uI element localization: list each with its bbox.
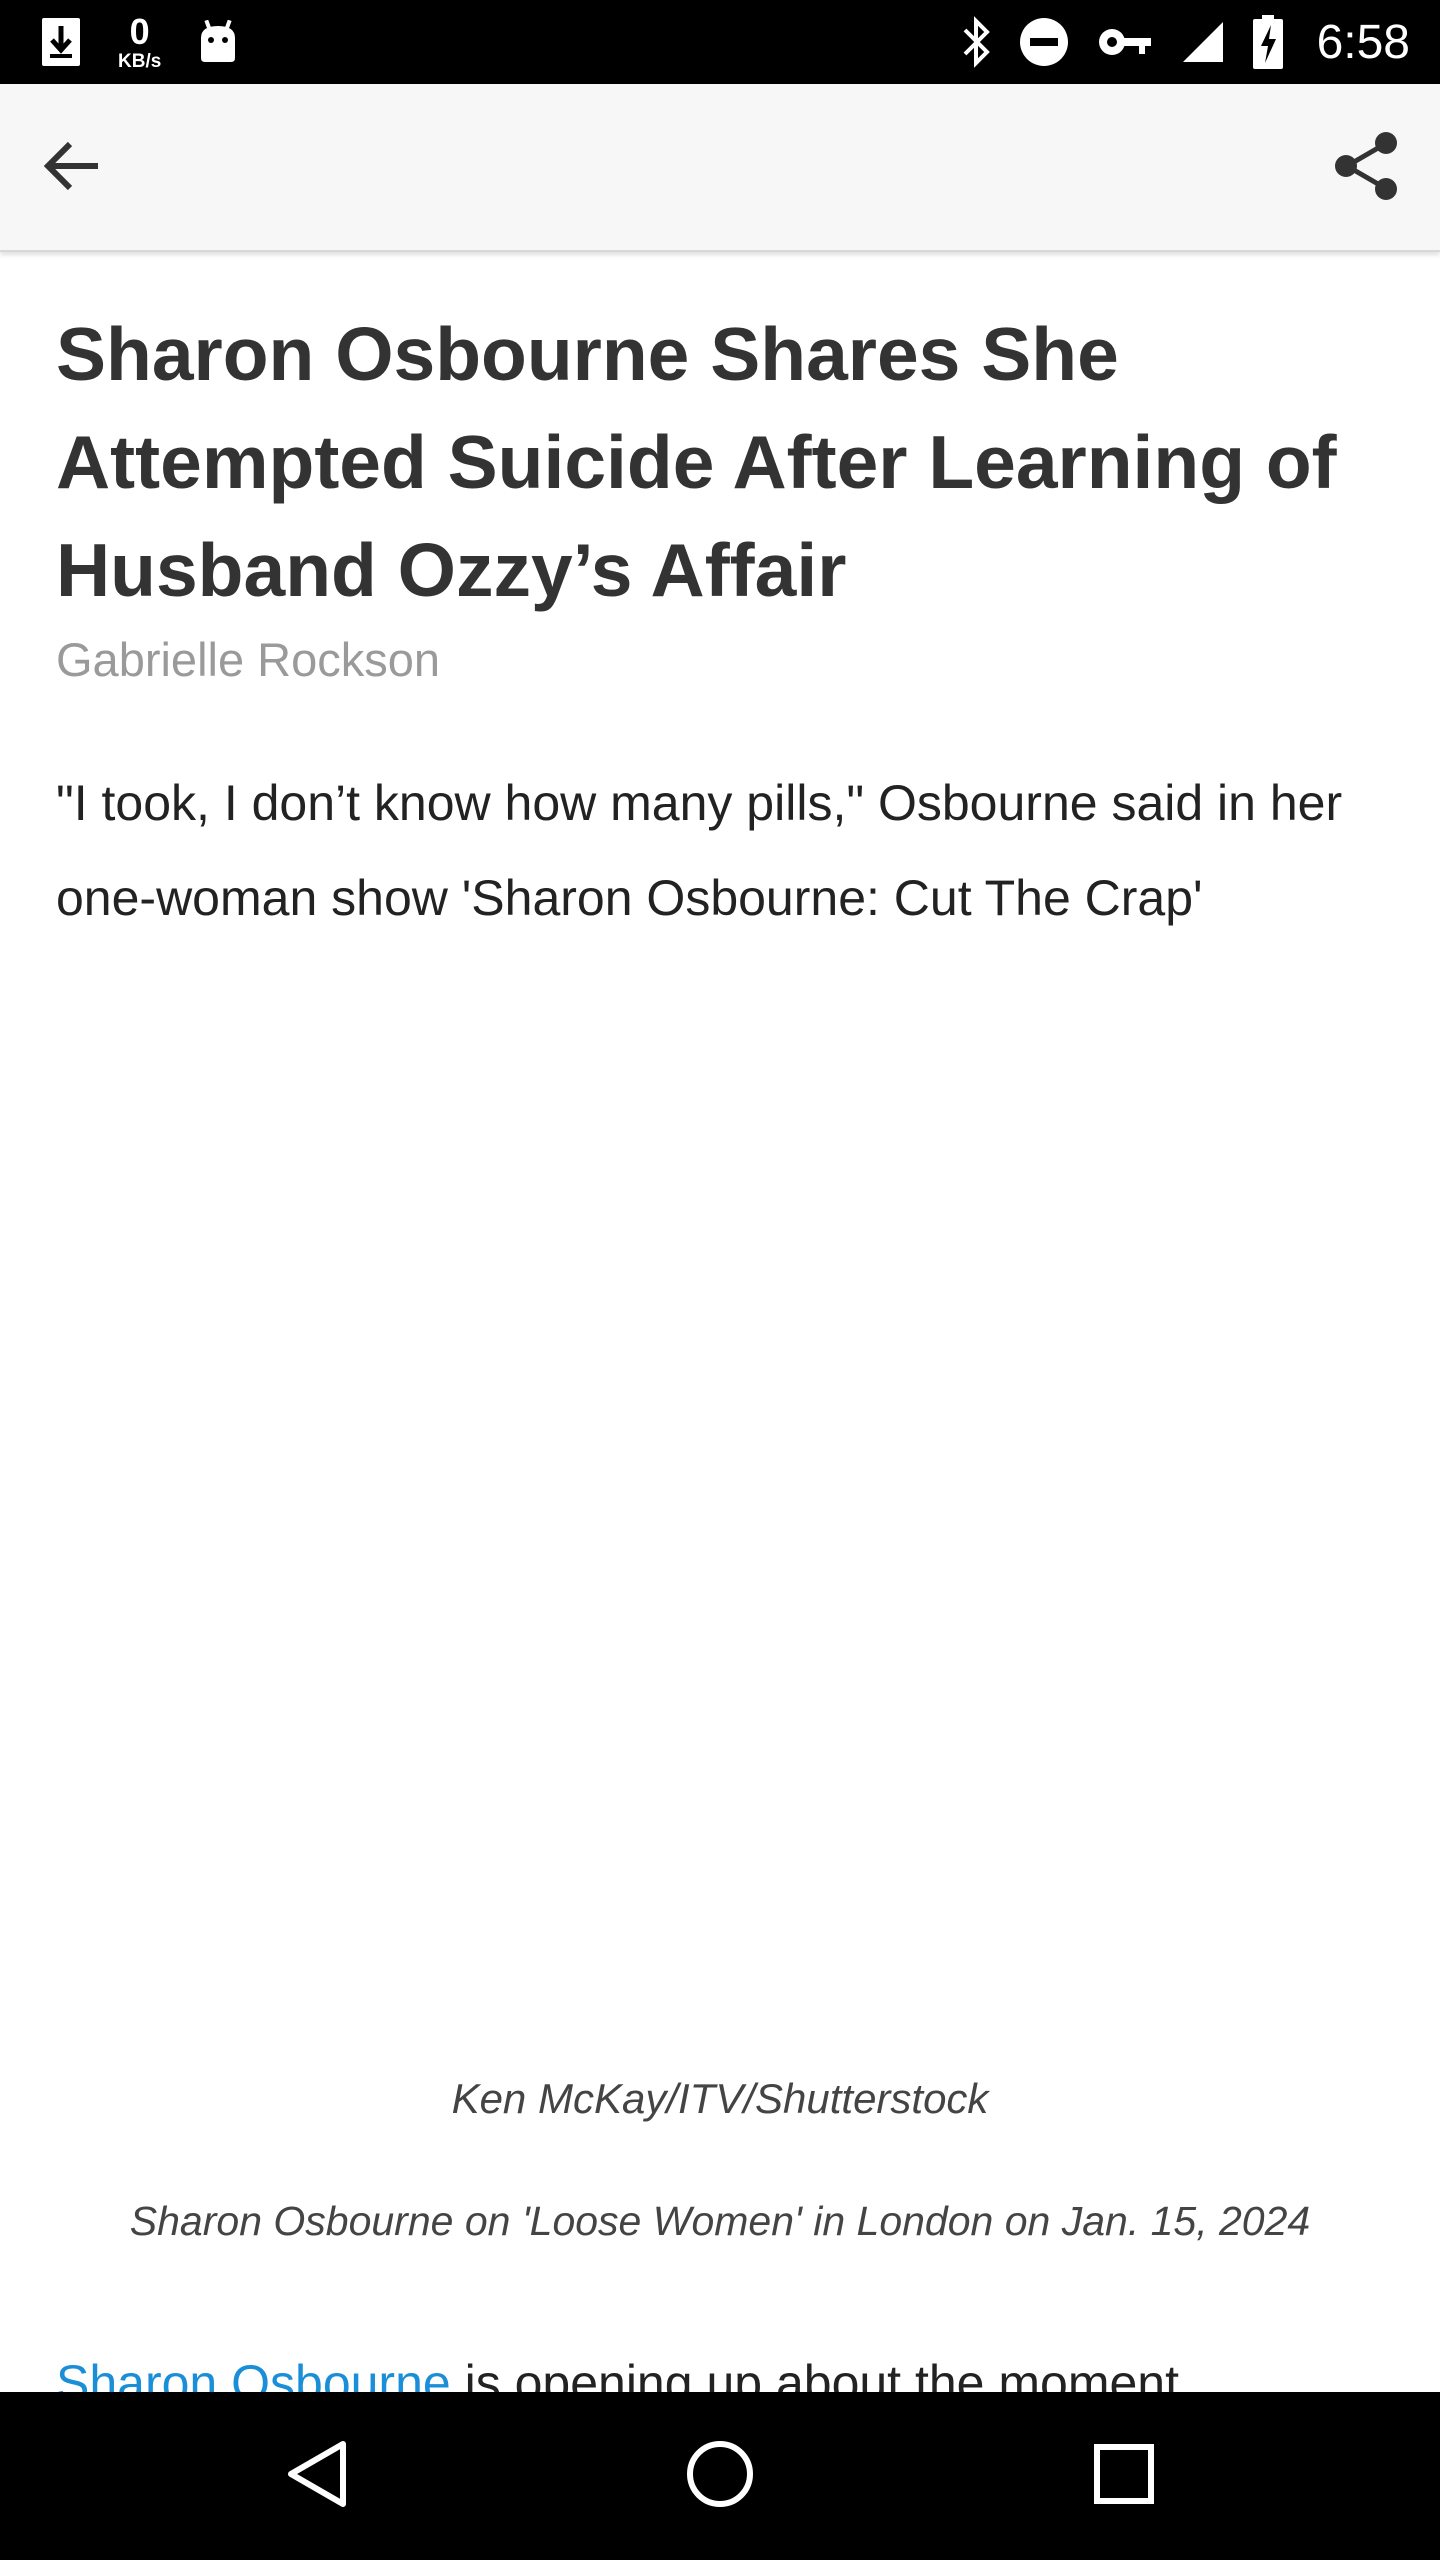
article-dek: "I took, I don’t know how many pills," O… [56, 775, 1343, 926]
nav-back-icon [283, 2438, 349, 2515]
status-bar: 0 KB/s 6:58 [0, 0, 1440, 84]
image-credit: Ken McKay/ITV/Shutterstock [451, 2075, 989, 2122]
article-body-first-line: Sharon Osbourne is opening up about the … [56, 2348, 1396, 2392]
battery-charging-icon [1252, 15, 1283, 69]
nav-back-button[interactable] [266, 2426, 366, 2526]
back-arrow-icon [42, 140, 102, 197]
nav-recents-icon [1093, 2443, 1155, 2510]
status-right-group: 6:58 [961, 0, 1410, 84]
do-not-disturb-icon [1019, 17, 1069, 67]
key-icon [1097, 25, 1153, 59]
share-button[interactable] [1324, 126, 1408, 210]
app-bar [0, 84, 1440, 252]
system-nav-bar [0, 2392, 1440, 2560]
share-icon [1331, 130, 1401, 207]
nav-home-icon [685, 2439, 755, 2514]
download-icon [40, 16, 82, 68]
image-caption: Sharon Osbourne on 'Loose Women' in Lond… [129, 2198, 1311, 2244]
back-button[interactable] [30, 126, 114, 210]
bluetooth-icon [961, 16, 991, 68]
network-speed-value: 0 [129, 10, 150, 52]
body-text-continuation: is opening up about the moment [450, 2355, 1179, 2392]
article-byline[interactable]: Gabrielle Rockson [56, 630, 1390, 690]
nav-recents-button[interactable] [1074, 2426, 1174, 2526]
status-left-group: 0 KB/s [40, 0, 239, 84]
article-image-placeholder [0, 1070, 1440, 2020]
signal-icon [1181, 20, 1225, 64]
body-link-sharon-osbourne[interactable]: Sharon Osbourne [56, 2355, 451, 2392]
nav-home-button[interactable] [670, 2426, 770, 2526]
article-header: Sharon Osbourne Shares She Attempted Sui… [56, 300, 1390, 946]
android-icon [197, 20, 239, 64]
article-headline: Sharon Osbourne Shares She Attempted Sui… [56, 312, 1337, 612]
network-speed-unit: KB/s [118, 50, 162, 72]
status-clock: 6:58 [1316, 15, 1410, 69]
network-speed: 0 KB/s [118, 10, 162, 72]
